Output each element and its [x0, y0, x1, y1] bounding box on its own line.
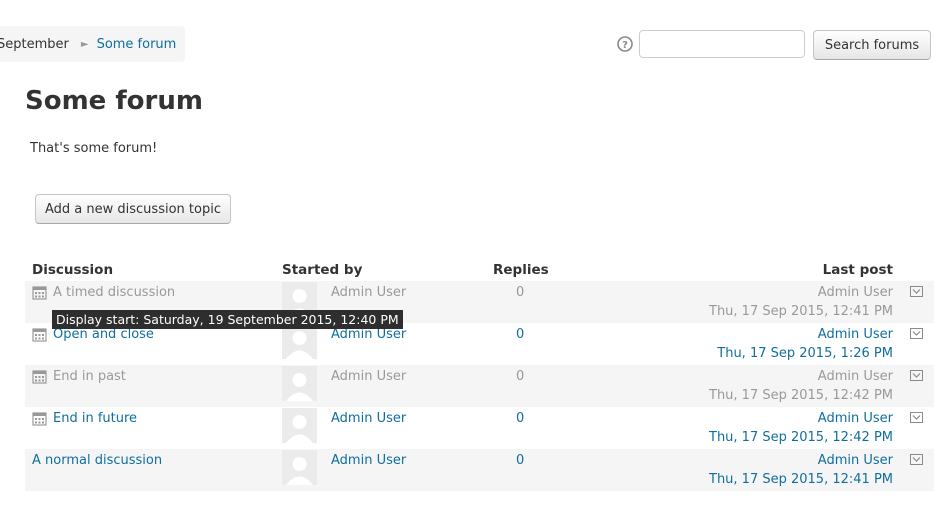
calendar-icon: [32, 286, 47, 300]
breadcrumb-item-forum[interactable]: Some forum: [97, 37, 177, 52]
svg-text:?: ?: [622, 40, 628, 51]
header-last-post[interactable]: Last post: [823, 262, 893, 278]
page-title: Some forum: [25, 86, 203, 116]
discussion-title-link[interactable]: Open and close: [53, 327, 154, 342]
last-post-date-link[interactable]: Thu, 17 Sep 2015, 12:41 PM: [709, 472, 893, 487]
last-post-user-link[interactable]: Admin User: [818, 327, 893, 342]
breadcrumb-item-september[interactable]: September: [0, 37, 69, 52]
header-discussion[interactable]: Discussion: [32, 262, 113, 278]
started-by-link[interactable]: Admin User: [331, 411, 406, 426]
search-input[interactable]: [639, 30, 805, 58]
mail-icon[interactable]: [910, 328, 923, 339]
mail-icon[interactable]: [910, 412, 923, 423]
last-post-user-link[interactable]: Admin User: [818, 369, 893, 384]
table-row: A normal discussion Admin User 0 Admin U…: [25, 449, 934, 491]
table-row: End in future Admin User 0 Admin User Th…: [25, 407, 934, 449]
calendar-icon: [32, 328, 47, 342]
mail-icon[interactable]: [910, 454, 923, 465]
table-row: Open and close Admin User 0 Admin User T…: [25, 323, 934, 365]
display-start-tooltip: Display start: Saturday, 19 September 20…: [52, 310, 403, 329]
breadcrumb: September ► Some forum: [0, 26, 185, 62]
replies-count-link[interactable]: 0: [516, 285, 524, 300]
last-post-date-link[interactable]: Thu, 17 Sep 2015, 12:42 PM: [709, 388, 893, 403]
help-icon[interactable]: ?: [617, 36, 633, 52]
last-post-user-link[interactable]: Admin User: [818, 285, 893, 300]
user-avatar[interactable]: [282, 324, 317, 359]
discussion-title-link[interactable]: A normal discussion: [32, 453, 162, 468]
discussion-table-header: Discussion Started by Replies Last post: [25, 262, 934, 280]
mail-icon[interactable]: [910, 286, 923, 297]
forum-intro: That's some forum!: [30, 141, 158, 156]
user-avatar[interactable]: [282, 366, 317, 401]
user-avatar[interactable]: [282, 450, 317, 485]
last-post-date-link[interactable]: Thu, 17 Sep 2015, 12:41 PM: [709, 304, 893, 319]
add-discussion-button[interactable]: Add a new discussion topic: [35, 194, 231, 224]
table-row: End in past Admin User 0 Admin User Thu,…: [25, 365, 934, 407]
search-forums-button[interactable]: Search forums: [813, 30, 931, 60]
discussion-title-link[interactable]: End in past: [53, 369, 126, 384]
replies-count-link[interactable]: 0: [516, 411, 524, 426]
started-by-link[interactable]: Admin User: [331, 327, 406, 342]
replies-count-link[interactable]: 0: [516, 327, 524, 342]
discussion-title-link[interactable]: End in future: [53, 411, 137, 426]
user-avatar[interactable]: [282, 408, 317, 443]
last-post-user-link[interactable]: Admin User: [818, 411, 893, 426]
replies-count-link[interactable]: 0: [516, 453, 524, 468]
mail-icon[interactable]: [910, 370, 923, 381]
last-post-date-link[interactable]: Thu, 17 Sep 2015, 12:42 PM: [709, 430, 893, 445]
calendar-icon: [32, 370, 47, 384]
started-by-link[interactable]: Admin User: [331, 285, 406, 300]
replies-count-link[interactable]: 0: [516, 369, 524, 384]
discussion-title-link[interactable]: A timed discussion: [53, 285, 175, 300]
started-by-link[interactable]: Admin User: [331, 453, 406, 468]
last-post-user-link[interactable]: Admin User: [818, 453, 893, 468]
calendar-icon: [32, 412, 47, 426]
breadcrumb-separator: ►: [80, 38, 89, 50]
started-by-link[interactable]: Admin User: [331, 369, 406, 384]
header-replies[interactable]: Replies: [493, 262, 549, 278]
header-started-by[interactable]: Started by: [282, 262, 362, 278]
last-post-date-link[interactable]: Thu, 17 Sep 2015, 1:26 PM: [717, 346, 893, 361]
